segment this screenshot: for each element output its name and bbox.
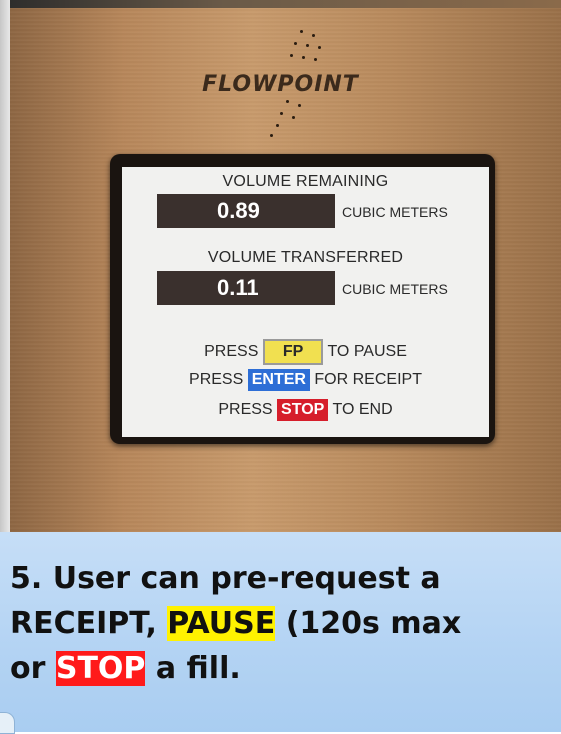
caption-pause-highlight: PAUSE	[167, 606, 276, 641]
caption-text: 5. User can pre-request a RECEIPT, PAUSE…	[10, 556, 561, 691]
speaker-dot	[302, 56, 305, 59]
press-label: PRESS	[204, 343, 259, 360]
brand-logo: FLOWPOINT	[202, 72, 359, 97]
caption-banner: 5. User can pre-request a RECEIPT, PAUSE…	[0, 532, 561, 734]
end-label: TO END	[332, 401, 393, 418]
pause-label: TO PAUSE	[327, 343, 407, 360]
caption-receipt: RECEIPT,	[10, 606, 168, 641]
receipt-label: FOR RECEIPT	[314, 371, 422, 388]
volume-transferred-label: VOLUME TRANSFERRED	[207, 249, 404, 266]
volume-remaining-label: VOLUME REMAINING	[222, 173, 389, 190]
caption-line-1: 5. User can pre-request a	[10, 561, 441, 596]
corner-icon	[0, 712, 15, 734]
speaker-dot	[312, 34, 315, 37]
instruction-pause: PRESS FP TO PAUSE	[122, 339, 489, 365]
speaker-dot	[280, 112, 283, 115]
caption-stop-highlight: STOP	[55, 651, 146, 686]
speaker-dot	[298, 104, 301, 107]
stop-key[interactable]: STOP	[277, 399, 329, 421]
volume-remaining-value: 0.89	[157, 194, 335, 228]
press-label: PRESS	[218, 401, 273, 418]
volume-remaining-unit: CUBIC METERS	[342, 204, 448, 220]
speaker-dot	[292, 116, 295, 119]
volume-transferred-value: 0.11	[157, 271, 335, 305]
speaker-dot	[318, 46, 321, 49]
speaker-dot	[306, 44, 309, 47]
press-label: PRESS	[189, 371, 244, 388]
instruction-end: PRESS STOP TO END	[122, 399, 489, 421]
instruction-receipt: PRESS ENTER FOR RECEIPT	[122, 369, 489, 391]
caption-fill: a fill.	[145, 651, 241, 686]
lcd-screen: VOLUME REMAINING 0.89 CUBIC METERS VOLUM…	[122, 167, 489, 437]
speaker-dot	[270, 134, 273, 137]
enter-key[interactable]: ENTER	[247, 369, 310, 391]
speaker-dot	[276, 124, 279, 127]
speaker-grille	[0, 0, 561, 140]
device-photo: FLOWPOINT VOLUME REMAINING 0.89 CUBIC ME…	[0, 0, 561, 532]
speaker-dot	[314, 58, 317, 61]
speaker-dot	[294, 42, 297, 45]
speaker-dot	[300, 30, 303, 33]
speaker-dot	[286, 100, 289, 103]
caption-max: (120s max	[275, 606, 462, 641]
caption-or: or	[10, 651, 56, 686]
volume-transferred-unit: CUBIC METERS	[342, 281, 448, 297]
caption-line-3: or STOP a fill.	[10, 646, 561, 691]
fp-key[interactable]: FP	[262, 339, 324, 365]
caption-line-2: RECEIPT, PAUSE (120s max	[10, 601, 561, 646]
speaker-dot	[290, 54, 293, 57]
